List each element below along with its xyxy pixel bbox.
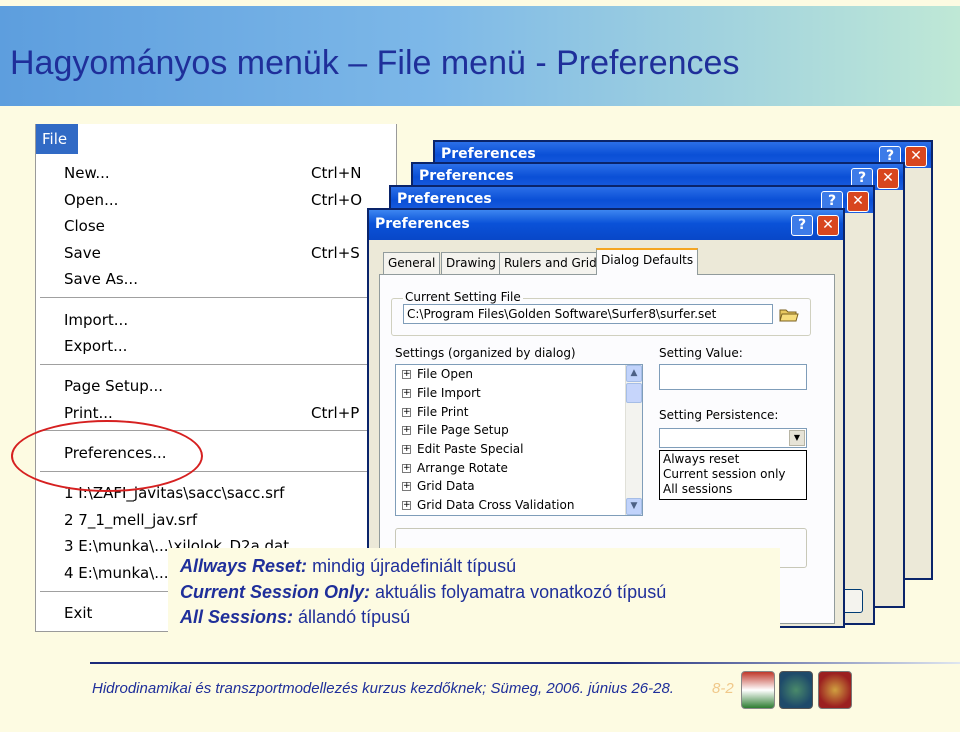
dialog-title: Preferences (419, 168, 514, 184)
menu-item-close[interactable]: Close (64, 217, 105, 235)
option-current-session-only[interactable]: Current session only (663, 467, 786, 481)
menu-item-export[interactable]: Export... (64, 337, 127, 355)
tree-item-file-page-setup[interactable]: + File Page Setup (402, 423, 509, 437)
menu-item-exit[interactable]: Exit (64, 604, 92, 622)
tab-drawing[interactable]: Drawing (441, 252, 501, 274)
close-button[interactable]: ✕ (847, 191, 869, 212)
close-button[interactable]: ✕ (905, 146, 927, 167)
tab-general[interactable]: General (383, 252, 441, 274)
page-number: 8-2 (712, 680, 734, 697)
setting-file-field[interactable]: C:\Program Files\Golden Software\Surfer8… (403, 304, 773, 324)
dialog-title: Preferences (441, 146, 536, 162)
tree-item-grid-data-cross-validation[interactable]: + Grid Data Cross Validation (402, 498, 574, 512)
tree-item-file-open[interactable]: + File Open (402, 367, 473, 381)
tree-item-grid-data[interactable]: + Grid Data (402, 479, 475, 493)
dialog-title: Preferences (397, 191, 492, 207)
coat-of-arms-logo-icon (818, 671, 852, 709)
footer-text: Hidrodinamikai és transzportmodellezés k… (92, 680, 674, 697)
menu-shortcut-save: Ctrl+S (311, 244, 360, 262)
menu-item-new[interactable]: New... (64, 164, 110, 182)
close-button[interactable]: ✕ (877, 168, 899, 189)
settings-list-label: Settings (organized by dialog) (395, 346, 576, 360)
footer-rule (90, 662, 960, 664)
menu-separator (40, 297, 392, 298)
menu-item-save[interactable]: Save (64, 244, 101, 262)
open-folder-icon[interactable] (779, 306, 799, 322)
setting-value-field[interactable] (659, 364, 807, 390)
caption-line-always-reset: Allways Reset: mindig újradefiniált típu… (180, 556, 517, 576)
tree-item-file-print[interactable]: + File Print (402, 405, 469, 419)
file-menu-header[interactable]: File (36, 124, 78, 154)
tree-item-file-import[interactable]: + File Import (402, 386, 481, 400)
setting-persistence-label: Setting Persistence: (659, 408, 779, 422)
tab-rulers-and-grid[interactable]: Rulers and Grid (499, 252, 602, 274)
university-crest-logo-icon (741, 671, 775, 709)
chevron-down-icon[interactable]: ▼ (789, 430, 805, 446)
dialog-title: Preferences (375, 216, 470, 232)
caption-box: Allways Reset: mindig újradefiniált típu… (168, 548, 780, 632)
scroll-thumb[interactable] (626, 383, 642, 403)
scroll-up-icon[interactable]: ▲ (626, 365, 642, 382)
tree-item-arrange-rotate[interactable]: + Arrange Rotate (402, 461, 508, 475)
option-all-sessions[interactable]: All sessions (663, 482, 732, 496)
option-always-reset[interactable]: Always reset (663, 452, 739, 466)
setting-value-label: Setting Value: (659, 346, 743, 360)
menu-item-recent-2[interactable]: 2 7_1_mell_jav.srf (64, 511, 197, 529)
caption-line-current-session: Current Session Only: aktuális folyamatr… (180, 582, 667, 602)
highlight-ellipse (11, 420, 203, 492)
menu-shortcut-print: Ctrl+P (311, 404, 360, 422)
current-setting-file-label: Current Setting File (403, 290, 523, 304)
menu-shortcut-new: Ctrl+N (311, 164, 362, 182)
dialog-titlebar: Preferences (369, 210, 843, 240)
slide-title: Hagyományos menük – File menü - Preferen… (10, 44, 740, 82)
menu-shortcut-open: Ctrl+O (311, 191, 363, 209)
setting-persistence-dropdown[interactable]: ▼ (659, 428, 807, 448)
scroll-down-icon[interactable]: ▼ (626, 498, 642, 515)
menu-item-page-setup[interactable]: Page Setup... (64, 377, 163, 395)
menu-item-import[interactable]: Import... (64, 311, 128, 329)
tree-item-edit-paste-special[interactable]: + Edit Paste Special (402, 442, 524, 456)
caption-line-all-sessions: All Sessions: állandó típusú (180, 607, 411, 627)
menu-item-open[interactable]: Open... (64, 191, 118, 209)
close-button[interactable]: ✕ (817, 215, 839, 236)
institute-emblem-logo-icon (779, 671, 813, 709)
settings-tree[interactable]: + File Open + File Import + File Print + Fil… (395, 364, 643, 516)
menu-bar-strip (78, 124, 396, 154)
help-button[interactable]: ? (791, 215, 813, 236)
persistence-options-list[interactable]: Always reset Current session only All se… (659, 450, 807, 500)
menu-item-recent-4[interactable]: 4 E:\munka\... (64, 564, 169, 582)
menu-item-save-as[interactable]: Save As... (64, 270, 138, 288)
settings-scrollbar[interactable]: ▲ ▼ (625, 365, 642, 515)
menu-separator (40, 364, 392, 365)
tab-dialog-defaults[interactable]: Dialog Defaults (596, 248, 699, 275)
